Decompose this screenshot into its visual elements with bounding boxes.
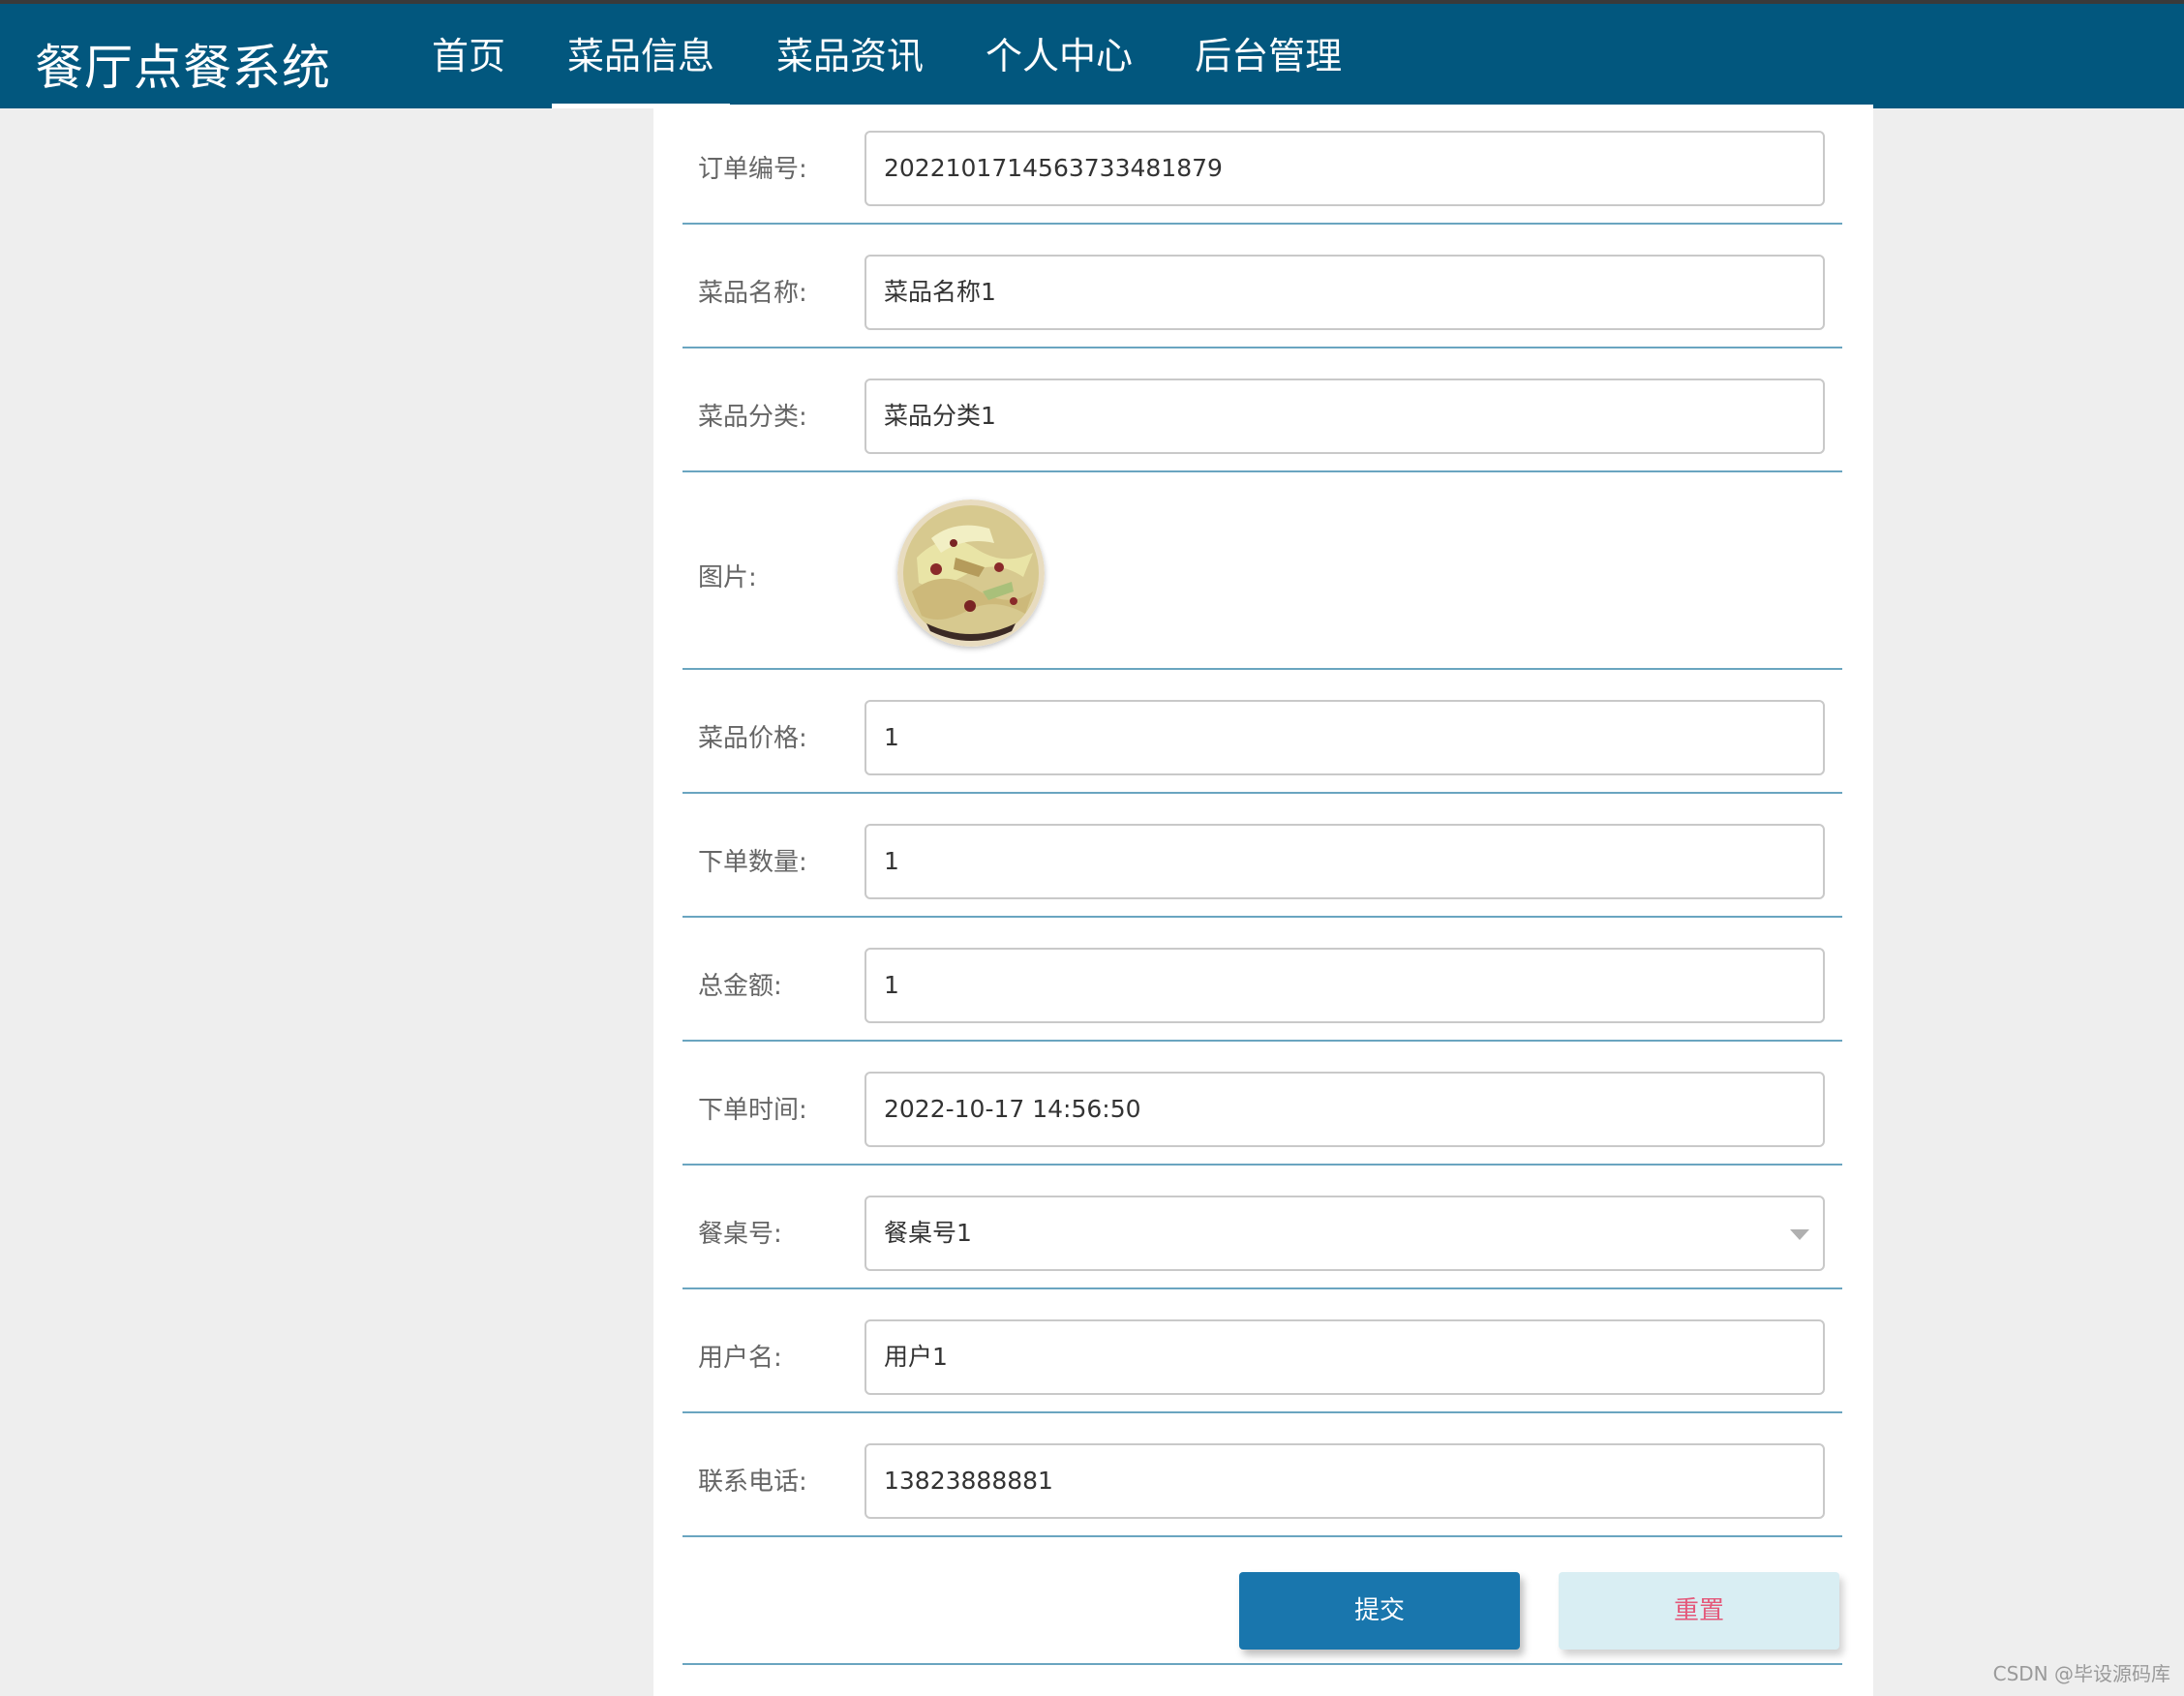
order-no-label: 订单编号:: [698, 155, 807, 184]
top-navbar: 餐厅点餐系统 首页 菜品信息 菜品资讯 个人中心 后台管理: [0, 0, 2184, 108]
order-time-label: 下单时间:: [698, 1096, 807, 1125]
phone-label: 联系电话:: [698, 1468, 807, 1497]
nav-item-home[interactable]: 首页: [416, 4, 521, 108]
nav-item-dish-news[interactable]: 菜品资讯: [761, 4, 939, 108]
form-row-image: 图片:: [682, 472, 1842, 670]
form-row-quantity: 下单数量: 1: [682, 794, 1842, 918]
form-row-dish-category: 菜品分类: 菜品分类1: [682, 348, 1842, 472]
form-row-phone: 联系电话: 13823888881: [682, 1413, 1842, 1537]
total-label: 总金额:: [698, 972, 782, 1001]
watermark: CSDN @毕设源码库: [1992, 1662, 2170, 1685]
table-no-label: 餐桌号:: [698, 1220, 782, 1249]
form-row-order-time: 下单时间: 2022-10-17 14:56:50: [682, 1042, 1842, 1166]
nav-item-dish-info[interactable]: 菜品信息: [552, 4, 731, 108]
form-row-username: 用户名: 用户1: [682, 1289, 1842, 1413]
username-input[interactable]: 用户1: [864, 1319, 1825, 1395]
form-row-order-no: 订单编号: 20221017145637334818​79: [682, 105, 1842, 225]
nav-item-personal-center[interactable]: 个人中心: [970, 4, 1148, 108]
dish-category-label: 菜品分类:: [698, 403, 807, 432]
form-row-table-no: 餐桌号: 餐桌号1: [682, 1166, 1842, 1289]
site-brand[interactable]: 餐厅点餐系统: [35, 29, 331, 99]
table-no-value: 餐桌号1: [884, 1219, 972, 1247]
order-no-input[interactable]: 20221017145637334818​79: [864, 131, 1825, 206]
quantity-input[interactable]: 1: [864, 824, 1825, 899]
form-row-actions: 提交 重置: [682, 1537, 1842, 1665]
main-nav: 首页 菜品信息 菜品资讯 个人中心 后台管理: [416, 4, 1388, 108]
dish-photo-icon: [897, 500, 1045, 647]
dish-name-input[interactable]: 菜品名称1: [864, 255, 1825, 330]
order-time-input[interactable]: 2022-10-17 14:56:50: [864, 1072, 1825, 1147]
username-label: 用户名:: [698, 1344, 782, 1373]
dish-category-input[interactable]: 菜品分类1: [864, 379, 1825, 454]
form-row-total: 总金额: 1: [682, 918, 1842, 1042]
price-label: 菜品价格:: [698, 724, 807, 753]
form-row-dish-name: 菜品名称: 菜品名称1: [682, 225, 1842, 348]
chevron-down-icon[interactable]: [1790, 1229, 1809, 1240]
reset-button[interactable]: 重置: [1559, 1572, 1839, 1650]
total-input[interactable]: 1: [864, 948, 1825, 1023]
dish-image[interactable]: [897, 500, 1045, 647]
submit-button[interactable]: 提交: [1239, 1572, 1520, 1650]
image-label: 图片:: [698, 563, 757, 592]
quantity-label: 下单数量:: [698, 848, 807, 877]
order-form-panel: 订单编号: 20221017145637334818​79 菜品名称: 菜品名称…: [653, 105, 1873, 1696]
form-row-price: 菜品价格: 1: [682, 670, 1842, 794]
table-no-select[interactable]: 餐桌号1: [864, 1196, 1825, 1271]
nav-item-admin[interactable]: 后台管理: [1179, 4, 1357, 108]
phone-input[interactable]: 13823888881: [864, 1443, 1825, 1519]
price-input[interactable]: 1: [864, 700, 1825, 775]
dish-name-label: 菜品名称:: [698, 279, 807, 308]
